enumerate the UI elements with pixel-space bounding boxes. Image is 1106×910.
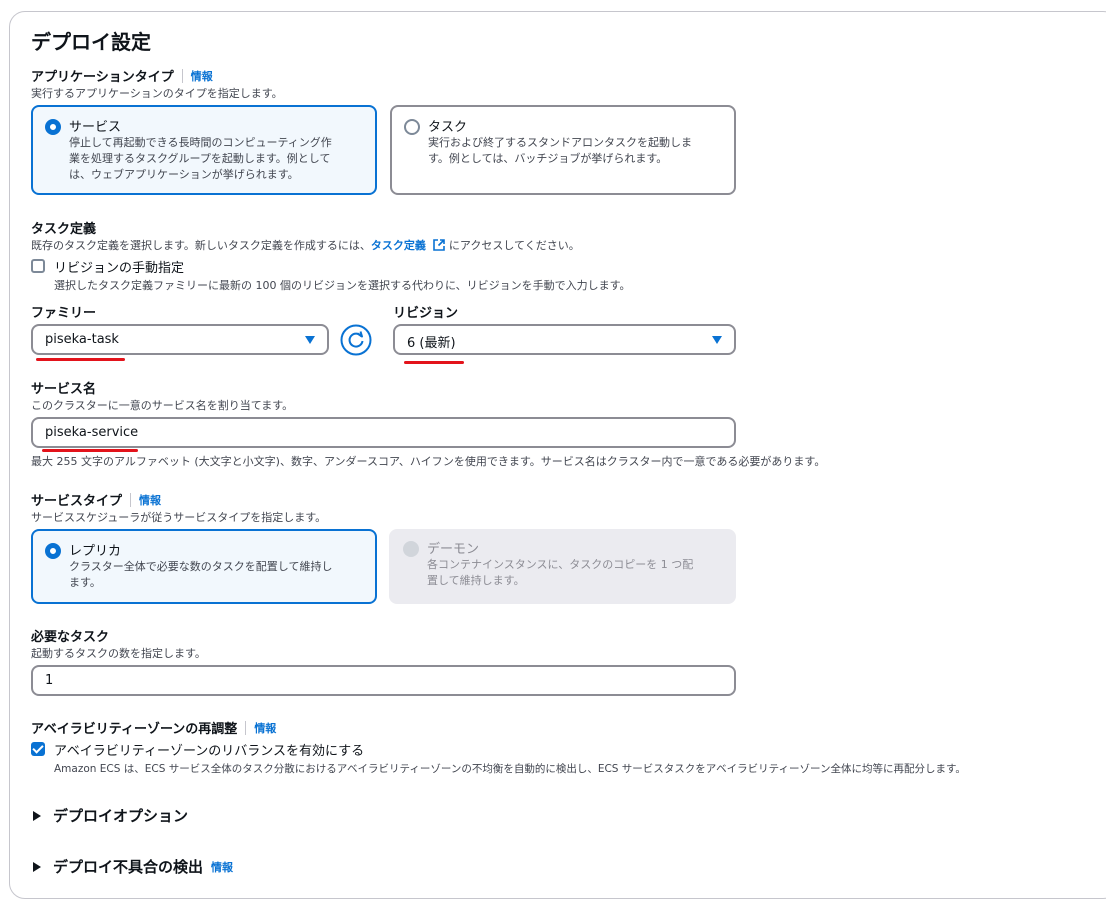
deploy-failure-detection-expander[interactable]: デプロイ不具合の検出 情報	[33, 856, 233, 877]
caret-down-icon	[305, 336, 315, 344]
desired-tasks-input[interactable]: 1	[31, 665, 736, 696]
service-name-value: piseka-service	[45, 425, 139, 440]
option-description: 停止して再起動できる長時間のコンピューティング作 業を処理するタスクグループを起…	[69, 136, 332, 181]
divider	[130, 492, 132, 507]
az-rebalance-checkbox[interactable]	[31, 742, 45, 756]
refresh-icon[interactable]	[340, 324, 372, 356]
desired-tasks-description: 起動するタスクの数を指定します。	[31, 647, 206, 660]
az-rebalance-label: アベイラビリティーゾーンの再調整	[31, 722, 238, 737]
option-description: クラスター全体で必要な数のタスクを配置して維持し ます。	[69, 560, 333, 589]
option-title: サービス	[69, 120, 122, 135]
app-type-header: アプリケーションタイプ 情報	[31, 66, 213, 85]
option-description: 各コンテナインスタンスに、タスクのコピーを 1 つ配 置して維持します。	[427, 558, 694, 587]
page-title: デプロイ設定	[31, 30, 151, 54]
annotation-underline	[42, 449, 138, 452]
caret-down-icon	[712, 336, 722, 344]
family-label: ファミリー	[31, 306, 97, 321]
app-type-label: アプリケーションタイプ	[31, 70, 174, 85]
expander-label: デプロイ不具合の検出	[53, 858, 204, 876]
az-rebalance-header: アベイラビリティーゾーンの再調整 情報	[31, 718, 276, 737]
expander-label: デプロイオプション	[53, 807, 189, 825]
service-type-option-daemon: デーモン 各コンテナインスタンスに、タスクのコピーを 1 つ配 置して維持します…	[389, 529, 736, 604]
app-type-option-task[interactable]: タスク 実行および終了するスタンドアロンタスクを起動しま す。例としては、バッチ…	[390, 105, 736, 195]
service-name-input[interactable]: piseka-service	[31, 417, 736, 448]
revision-label: リビジョン	[393, 306, 459, 321]
service-type-label: サービスタイプ	[31, 494, 123, 509]
az-rebalance-checkbox-label: アベイラビリティーゾーンのリバランスを有効にする	[54, 744, 365, 759]
task-def-label: タスク定義	[31, 222, 97, 237]
service-name-constraint: 最大 255 文字のアルファベット (大文字と小文字)、数字、アンダースコア、ハ…	[31, 455, 826, 468]
annotation-underline	[36, 358, 125, 361]
service-type-header: サービスタイプ 情報	[31, 490, 161, 509]
radio-unselected-icon[interactable]	[404, 119, 420, 135]
service-type-option-replica[interactable]: レプリカ クラスター全体で必要な数のタスクを配置して維持し ます。	[31, 529, 377, 604]
family-select[interactable]: piseka-task	[31, 324, 329, 355]
desired-tasks-value: 1	[45, 673, 54, 688]
deploy-options-expander[interactable]: デプロイオプション	[33, 805, 188, 826]
external-link-icon[interactable]	[433, 239, 446, 254]
revision-select[interactable]: 6 (最新)	[393, 324, 736, 355]
annotation-underline	[404, 361, 464, 364]
az-rebalance-checkbox-description: Amazon ECS は、ECS サービス全体のタスク分散におけるアベイラビリテ…	[54, 763, 966, 775]
service-name-label: サービス名	[31, 382, 97, 397]
option-title: レプリカ	[69, 544, 122, 559]
divider	[245, 720, 247, 735]
app-type-info-link[interactable]: 情報	[191, 68, 213, 84]
option-description: 実行および終了するスタンドアロンタスクを起動しま す。例としては、バッチジョブが…	[428, 136, 692, 165]
manual-revision-description: 選択したタスク定義ファミリーに最新の 100 個のリビジョンを選択する代わりに、…	[54, 279, 631, 292]
option-title: デーモン	[427, 542, 480, 557]
task-def-description: 既存のタスク定義を選択します。新しいタスク定義を作成するには、タスク定義 にアク…	[31, 239, 580, 254]
caret-right-icon	[33, 810, 41, 821]
manual-revision-label: リビジョンの手動指定	[54, 261, 185, 276]
radio-selected-icon[interactable]	[45, 119, 61, 135]
az-rebalance-info-link[interactable]: 情報	[254, 720, 276, 736]
revision-value: 6 (最新)	[407, 336, 456, 351]
divider	[181, 68, 183, 83]
service-type-info-link[interactable]: 情報	[139, 492, 161, 508]
app-type-description: 実行するアプリケーションのタイプを指定します。	[31, 87, 283, 100]
radio-disabled-icon	[403, 541, 419, 557]
caret-right-icon	[33, 861, 41, 872]
radio-selected-icon[interactable]	[45, 543, 61, 559]
family-value: piseka-task	[45, 332, 119, 347]
task-def-link[interactable]: タスク定義	[371, 239, 426, 252]
app-type-option-service[interactable]: サービス 停止して再起動できる長時間のコンピューティング作 業を処理するタスクグ…	[31, 105, 377, 195]
desired-tasks-label: 必要なタスク	[31, 630, 110, 645]
manual-revision-checkbox[interactable]	[31, 259, 45, 273]
service-type-description: サービススケジューラが従うサービスタイプを指定します。	[31, 511, 327, 524]
service-name-description: このクラスターに一意のサービス名を割り当てます。	[31, 399, 294, 412]
deploy-failure-info-link[interactable]: 情報	[211, 859, 233, 875]
option-title: タスク	[428, 120, 468, 135]
